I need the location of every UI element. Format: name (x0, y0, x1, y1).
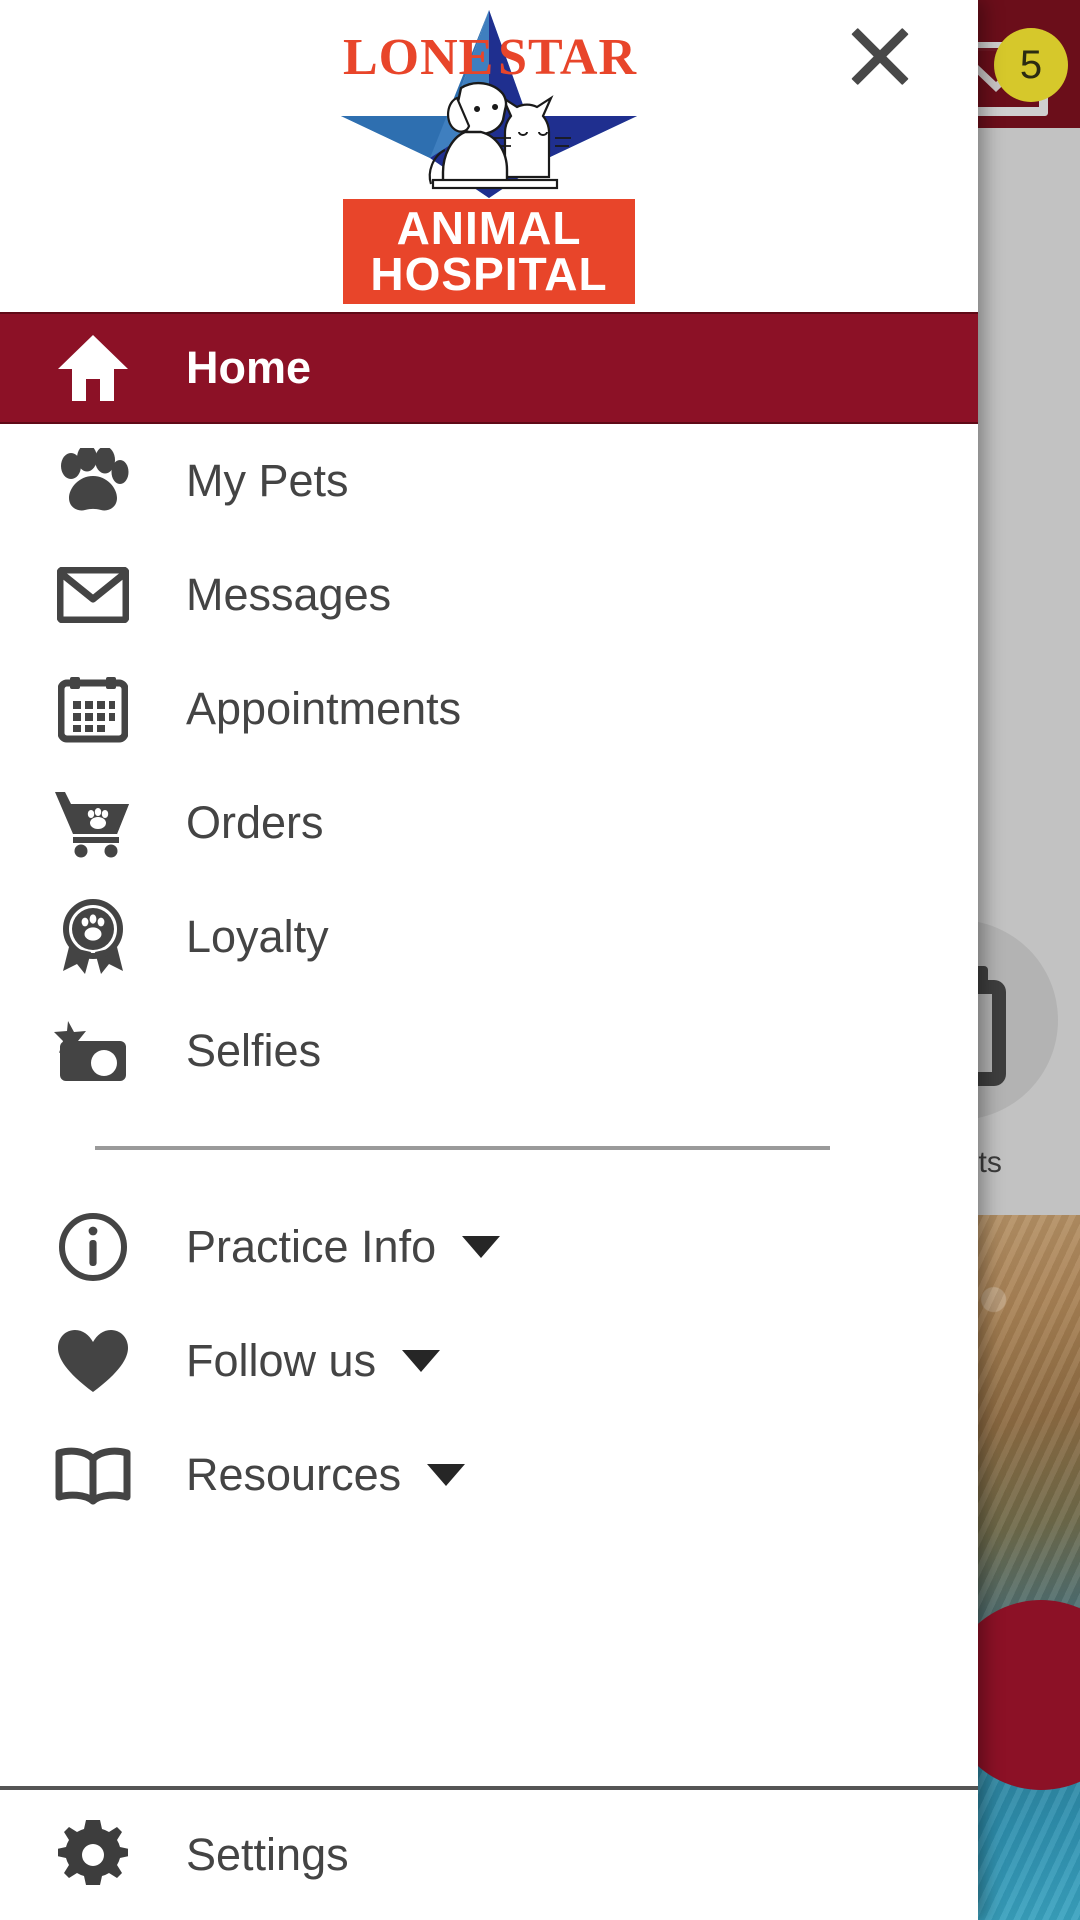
drawer-primary-nav: Home My Pets Messages Appointments Order… (0, 312, 978, 1108)
chevron-down-icon[interactable] (462, 1236, 501, 1258)
info-circle-icon (0, 1211, 186, 1283)
nav-item-follow-us[interactable]: Follow us (0, 1304, 978, 1418)
calendar-icon (0, 675, 186, 743)
home-icon (0, 333, 186, 403)
chevron-down-icon[interactable] (427, 1464, 466, 1486)
nav-item-selfies[interactable]: Selfies (0, 994, 978, 1108)
app-screen: 5 ments LONE STAR (0, 0, 1080, 1920)
mail-icon (0, 567, 186, 623)
book-icon (0, 1445, 186, 1505)
chevron-down-icon[interactable] (402, 1350, 441, 1372)
award-paw-icon (0, 899, 186, 975)
logo-name-block: ANIMAL HOSPITAL (343, 199, 635, 304)
drawer-spacer (0, 1532, 978, 1786)
nav-label-messages: Messages (186, 569, 392, 620)
drawer-divider (95, 1146, 830, 1150)
heart-icon (0, 1328, 186, 1394)
dog-and-cat-illustration-icon (428, 81, 571, 190)
nav-item-appointments[interactable]: Appointments (0, 652, 978, 766)
drawer-secondary-nav: Practice Info Follow us Resources (0, 1190, 978, 1532)
nav-label-my-pets: My Pets (186, 455, 349, 506)
logo-line-animal: ANIMAL (396, 202, 582, 255)
nav-item-home[interactable]: Home (0, 312, 978, 424)
nav-label-orders: Orders (186, 797, 324, 848)
drawer-header: LONE STAR ANIMAL HOSPITAL (0, 0, 978, 312)
gear-icon (0, 1820, 186, 1890)
nav-label-resources: Resources (186, 1449, 402, 1500)
navigation-drawer: LONE STAR ANIMAL HOSPITAL Home My Pets M… (0, 0, 978, 1920)
nav-item-resources[interactable]: Resources (0, 1418, 978, 1532)
camera-star-icon (0, 1019, 186, 1083)
nav-label-home: Home (186, 342, 312, 393)
nav-item-settings[interactable]: Settings (0, 1790, 978, 1920)
nav-label-settings: Settings (186, 1829, 349, 1880)
practice-logo: LONE STAR ANIMAL HOSPITAL (341, 4, 637, 304)
close-drawer-button[interactable] (838, 14, 922, 98)
nav-item-my-pets[interactable]: My Pets (0, 424, 978, 538)
nav-label-selfies: Selfies (186, 1025, 322, 1076)
paw-icon (0, 448, 186, 514)
nav-item-loyalty[interactable]: Loyalty (0, 880, 978, 994)
nav-label-practice-info: Practice Info (186, 1221, 437, 1272)
nav-label-appointments: Appointments (186, 683, 462, 734)
shopping-cart-paw-icon (0, 788, 186, 858)
nav-item-practice-info[interactable]: Practice Info (0, 1190, 978, 1304)
logo-line-hospital: HOSPITAL (370, 247, 608, 300)
nav-label-loyalty: Loyalty (186, 911, 329, 962)
message-count-badge: 5 (994, 28, 1068, 102)
nav-item-orders[interactable]: Orders (0, 766, 978, 880)
nav-label-follow-us: Follow us (186, 1335, 377, 1386)
drawer-footer-nav: Settings (0, 1790, 978, 1920)
nav-item-messages[interactable]: Messages (0, 538, 978, 652)
